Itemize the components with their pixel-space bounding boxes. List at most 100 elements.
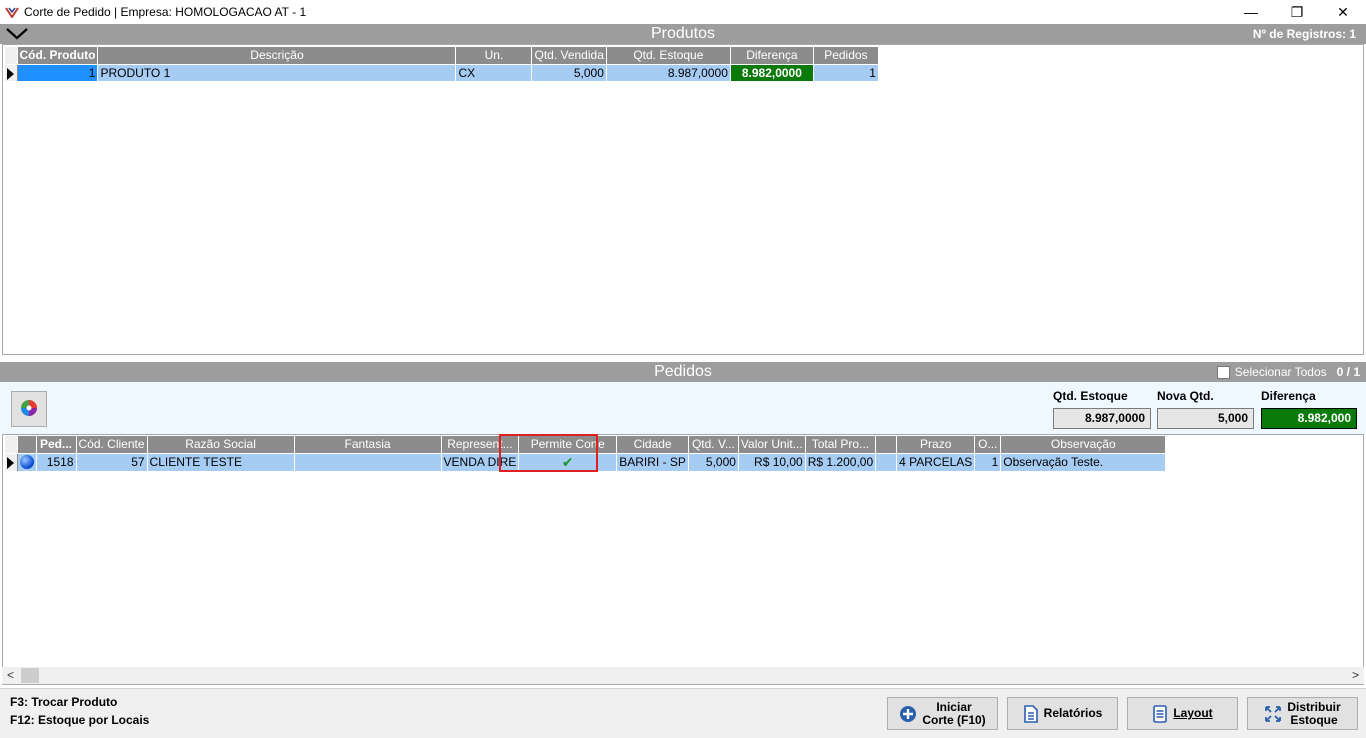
col-qtd-vendida[interactable]: Qtd. Vendida [531,47,607,65]
qtd-estoque-field: 8.987,0000 [1053,408,1151,429]
cell-razao-social[interactable]: CLIENTE TESTE [147,453,295,471]
scroll-thumb[interactable] [21,668,39,683]
col-cod-cliente[interactable]: Cód. Cliente [76,436,148,454]
col-descricao[interactable]: Descrição [97,47,457,65]
iniciar-label-2: Corte (F10) [922,712,986,727]
app-logo-icon [3,3,21,21]
col-razao-social[interactable]: Razão Social [147,436,295,454]
cell-observacao[interactable]: Observação Teste. [1000,453,1167,471]
pedidos-table: Ped... Cód. Cliente Razão Social Fantasi… [5,436,1167,471]
registros-count: Nº de Registros: 1 [1252,27,1356,41]
pedidos-title: Pedidos [654,363,712,380]
col-representante[interactable]: Represent... [441,436,520,454]
status-globe-icon [17,453,37,471]
row-pointer-icon [5,64,18,81]
cell-representante[interactable]: VENDA DIRE [441,453,520,471]
col-permite-corte[interactable]: Permite Corte [518,436,618,454]
col-fantasia[interactable]: Fantasia [294,436,442,454]
col-status [17,436,37,454]
cell-o[interactable]: 1 [974,453,1002,471]
color-legend-button[interactable] [11,391,47,427]
col-blank[interactable] [875,436,898,454]
stat-qtd-estoque: Qtd. Estoque 8.987,0000 [1053,389,1151,429]
iniciar-corte-button[interactable]: Iniciar Corte (F10) [887,697,998,730]
diferenca-field: 8.982,000 [1261,408,1357,429]
distribuir-label-2: Estoque [1290,712,1338,727]
stat-nova-qtd: Nova Qtd. 5,000 [1157,389,1254,429]
col-observacao[interactable]: Observação [1000,436,1167,454]
col-prazo[interactable]: Prazo [896,436,976,454]
pedidos-header: Pedidos Selecionar Todos 0 / 1 [0,362,1366,382]
footer-bar: F3: Trocar Produto F12: Estoque por Loca… [0,688,1366,738]
layout-icon [1152,704,1168,723]
close-button[interactable]: ✕ [1320,0,1366,24]
selecionar-todos[interactable]: Selecionar Todos 0 / 1 [1216,362,1360,382]
cell-descricao[interactable]: PRODUTO 1 [97,64,457,81]
scroll-right-icon[interactable]: > [1347,667,1364,684]
hint-estoque-locais: F12: Estoque por Locais [10,713,150,727]
hint-trocar-produto: F3: Trocar Produto [10,695,118,709]
table-row[interactable]: 1 PRODUTO 1 CX 5,000 8.987,0000 8.982,00… [5,64,879,81]
selecionar-todos-checkbox[interactable] [1216,365,1230,379]
cell-fantasia[interactable] [294,453,442,471]
distribuir-estoque-button[interactable]: Distribuir Estoque [1247,697,1358,730]
row-indicator-header [5,47,18,65]
minimize-button[interactable]: — [1228,0,1274,24]
cell-pedido[interactable]: 1518 [36,453,77,471]
row-pointer-icon [5,453,18,471]
col-valor-unit[interactable]: Valor Unit... [738,436,806,454]
nova-qtd-field: 5,000 [1157,408,1254,429]
iniciar-label-1: Iniciar [936,699,972,714]
col-un[interactable]: Un. [455,47,533,65]
relatorios-button[interactable]: Relatórios [1007,697,1118,730]
col-pedidos[interactable]: Pedidos [813,47,879,65]
cell-qtd-vendida[interactable]: 5,000 [688,453,739,471]
distribuir-label-1: Distribuir [1287,699,1341,714]
color-wheel-icon [20,399,38,420]
cell-qtd-vendida[interactable]: 5,000 [531,64,607,81]
layout-button[interactable]: Layout [1127,697,1238,730]
produtos-grid: Cód. Produto Descrição Un. Qtd. Vendida … [2,44,1364,355]
selecionar-todos-label: Selecionar Todos [1234,365,1327,379]
expand-arrows-icon [1264,705,1282,723]
scroll-left-icon[interactable]: < [2,667,19,684]
col-qtd-estoque[interactable]: Qtd. Estoque [606,47,731,65]
permite-corte-check-icon[interactable]: ✔ [518,453,618,471]
cell-prazo[interactable]: 4 PARCELAS [896,453,976,471]
produtos-table: Cód. Produto Descrição Un. Qtd. Vendida … [5,47,879,81]
layout-label: Layout [1173,706,1213,720]
cell-cidade[interactable]: BARIRI - SP [616,453,689,471]
col-diferenca[interactable]: Diferença [730,47,814,65]
diferenca-label: Diferença [1261,389,1316,403]
cell-blank[interactable] [875,453,898,471]
cell-total-produto[interactable]: R$ 1.200,00 [805,453,877,471]
cell-diferenca[interactable]: 8.982,0000 [730,64,814,81]
cell-valor-unit[interactable]: R$ 10,00 [738,453,806,471]
horizontal-scrollbar[interactable]: < > [2,667,1364,684]
window-title: Corte de Pedido | Empresa: HOMOLOGACAO A… [24,5,307,19]
cell-cod-produto[interactable]: 1 [17,64,99,81]
col-o[interactable]: O... [974,436,1002,454]
nova-qtd-label: Nova Qtd. [1157,389,1214,403]
cell-qtd-estoque[interactable]: 8.987,0000 [606,64,731,81]
col-qtd-vendida[interactable]: Qtd. V... [688,436,739,454]
produtos-title: Produtos [650,25,716,42]
cell-cod-cliente[interactable]: 57 [76,453,148,471]
pedidos-toolbar: Qtd. Estoque 8.987,0000 Nova Qtd. 5,000 … [0,382,1366,434]
table-row[interactable]: 1518 57 CLIENTE TESTE VENDA DIRE ✔ BARIR… [5,453,1167,471]
cell-un[interactable]: CX [455,64,533,81]
plus-circle-icon [899,705,917,723]
col-total-produto[interactable]: Total Pro... [805,436,877,454]
col-cidade[interactable]: Cidade [616,436,689,454]
pedidos-grid: Ped... Cód. Cliente Razão Social Fantasi… [2,434,1364,685]
col-pedido[interactable]: Ped... [36,436,77,454]
selected-count: 0 / 1 [1336,365,1360,379]
relatorios-label: Relatórios [1043,706,1103,720]
shortcut-hints: F3: Trocar Produto F12: Estoque por Loca… [10,693,149,729]
document-icon [1023,704,1039,723]
produtos-header: Produtos Nº de Registros: 1 [0,24,1366,44]
cell-pedidos[interactable]: 1 [813,64,879,81]
collapse-chevron-icon[interactable] [4,25,30,43]
col-cod-produto[interactable]: Cód. Produto [17,47,99,65]
maximize-button[interactable]: ❐ [1274,0,1320,24]
